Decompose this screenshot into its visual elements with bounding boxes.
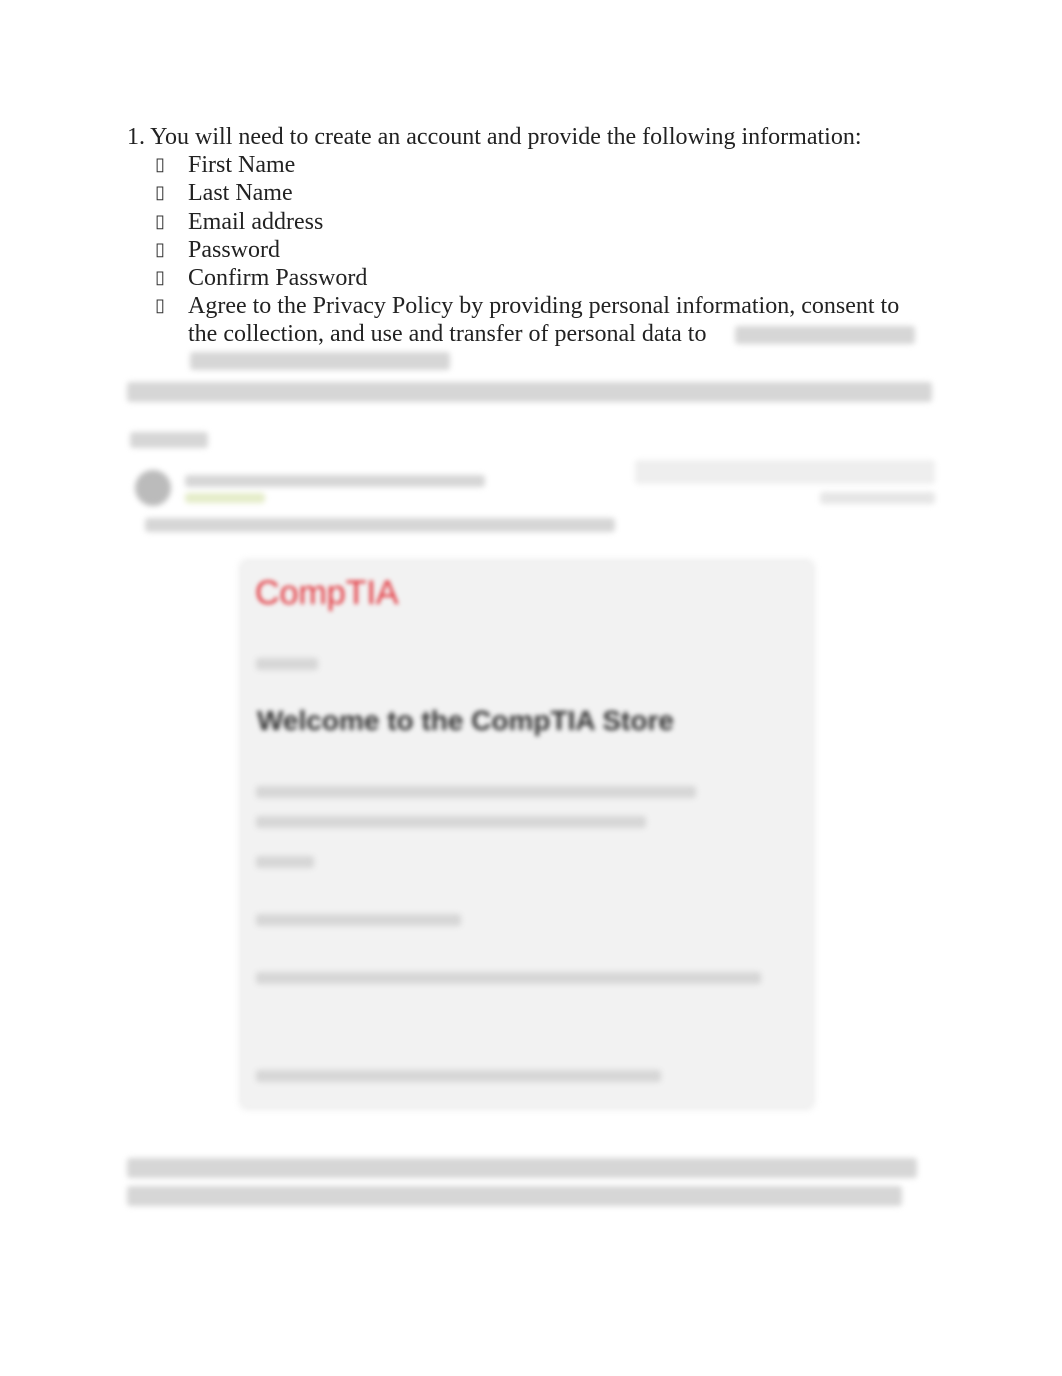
square-bullet-icon: ▯ [155,211,165,231]
blurred-text [130,432,208,448]
privacy-line-1: Agree to the Privacy Policy by providing… [188,293,900,319]
list-item: Confirm Password [188,265,368,291]
blurred-text [820,492,935,504]
blurred-text [127,1186,902,1206]
square-bullet-icon: ▯ [155,295,165,315]
brand-logo: CompTIA [255,574,399,612]
blurred-text [256,972,761,984]
square-bullet-icon: ▯ [155,182,165,202]
document-page: 1. You will need to create an account an… [0,0,1062,1376]
privacy-line-2: the collection, and use and transfer of … [188,321,707,347]
blurred-text [256,914,461,926]
blurred-text [145,518,615,532]
blurred-text [256,856,314,868]
blurred-text [256,786,696,798]
blurred-text [185,475,485,487]
step1-intro: 1. You will need to create an account an… [127,124,862,150]
email-heading: Welcome to the CompTIA Store [257,705,674,736]
blurred-text [256,658,318,670]
blurred-text [256,1070,661,1082]
avatar [135,470,171,506]
blurred-text [127,382,932,402]
email-toolbar [635,460,935,484]
square-bullet-icon: ▯ [155,267,165,287]
blurred-text [127,1158,917,1178]
square-bullet-icon: ▯ [155,239,165,259]
list-item: Password [188,237,281,263]
blurred-text [256,816,646,828]
blurred-text [190,352,450,370]
list-item: Last Name [188,180,293,206]
blurred-text [735,326,915,344]
list-item: First Name [188,152,296,178]
email-preview [242,562,812,1107]
list-item: Email address [188,209,324,235]
blurred-text [185,493,265,503]
square-bullet-icon: ▯ [155,154,165,174]
